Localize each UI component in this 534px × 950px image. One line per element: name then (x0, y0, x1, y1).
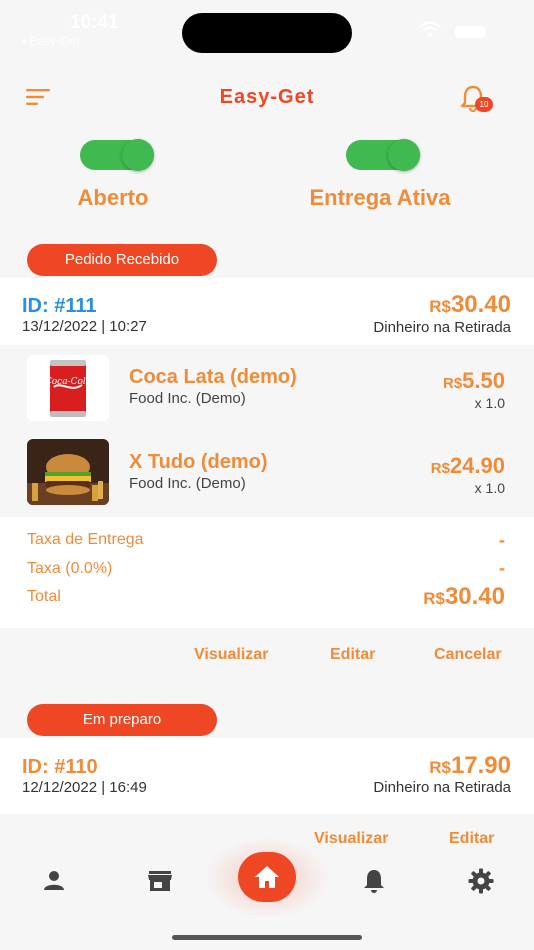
delivery-active-label: Entrega Ativa (309, 185, 451, 210)
home-tab-button[interactable] (238, 852, 296, 902)
store-icon[interactable] (146, 867, 174, 895)
edit-order-button[interactable]: Editar (330, 646, 375, 664)
product-price: R$24.90 (431, 453, 505, 479)
back-to-app-link[interactable]: ◂ Easy-Get (20, 34, 79, 48)
cancel-order-button[interactable]: Cancelar (434, 646, 502, 664)
product-image-coca-can: Coca-Cola (27, 355, 109, 421)
order-total-price: R$30.40 (429, 291, 511, 319)
currency-symbol: R$ (430, 460, 450, 477)
bell-icon[interactable] (360, 867, 388, 895)
price-value: 30.40 (450, 291, 511, 318)
product-quantity: x 1.0 (474, 480, 505, 496)
price-value: 5.50 (462, 368, 505, 393)
open-store-toggle[interactable] (80, 139, 154, 171)
toggle-knob (122, 139, 154, 171)
currency-symbol: R$ (429, 758, 451, 777)
currency-symbol: R$ (423, 589, 445, 608)
payment-method: Dinheiro na Retirada (373, 779, 511, 796)
view-order-button[interactable]: Visualizar (314, 830, 388, 848)
wifi-icon (419, 22, 441, 37)
person-icon[interactable] (40, 867, 68, 895)
dynamic-island (182, 13, 352, 53)
delivery-fee-value: - (499, 530, 505, 550)
product-price: R$5.50 (443, 368, 505, 394)
currency-symbol: R$ (442, 375, 463, 392)
currency-symbol: R$ (429, 297, 451, 316)
gear-icon[interactable] (467, 867, 495, 895)
price-value: 24.90 (449, 453, 505, 478)
edit-order-button[interactable]: Editar (449, 830, 494, 848)
product-vendor: Food Inc. (Demo) (129, 390, 246, 407)
order-date: 12/12/2022 | 16:49 (22, 779, 147, 796)
home-icon (255, 866, 279, 888)
view-order-button[interactable]: Visualizar (194, 646, 268, 664)
order-total-price: R$17.90 (429, 752, 511, 780)
payment-method: Dinheiro na Retirada (373, 319, 511, 336)
toggle-knob (388, 139, 420, 171)
status-time: 10:41 (70, 12, 119, 33)
order-summary-total: R$30.40 (423, 583, 505, 611)
product-name: X Tudo (demo) (129, 451, 268, 473)
open-store-label: Aberto (77, 185, 149, 210)
tax-value: - (499, 558, 505, 578)
price-value: 30.40 (444, 583, 505, 610)
order-id: ID: #110 (22, 756, 98, 778)
product-vendor: Food Inc. (Demo) (129, 475, 246, 492)
product-quantity: x 1.0 (474, 395, 505, 411)
battery-icon (455, 26, 485, 38)
home-indicator (172, 935, 362, 940)
app-title: Easy-Get (219, 86, 315, 108)
delivery-fee-label: Taxa de Entrega (27, 531, 144, 548)
svg-text:Coca-Cola: Coca-Cola (45, 377, 91, 387)
tax-label: Taxa (0.0%) (27, 560, 113, 577)
order-id: ID: #111 (22, 295, 97, 317)
product-name: Coca Lata (demo) (129, 366, 297, 388)
price-value: 17.90 (450, 752, 511, 779)
delivery-active-toggle[interactable] (346, 139, 420, 171)
notification-count-badge: 10 (475, 97, 493, 112)
total-label: Total (27, 588, 61, 605)
order-status-badge: Pedido Recebido (27, 244, 217, 276)
product-image-burger (27, 439, 109, 505)
order-date: 13/12/2022 | 10:27 (22, 318, 147, 335)
order-status-badge: Em preparo (27, 704, 217, 736)
